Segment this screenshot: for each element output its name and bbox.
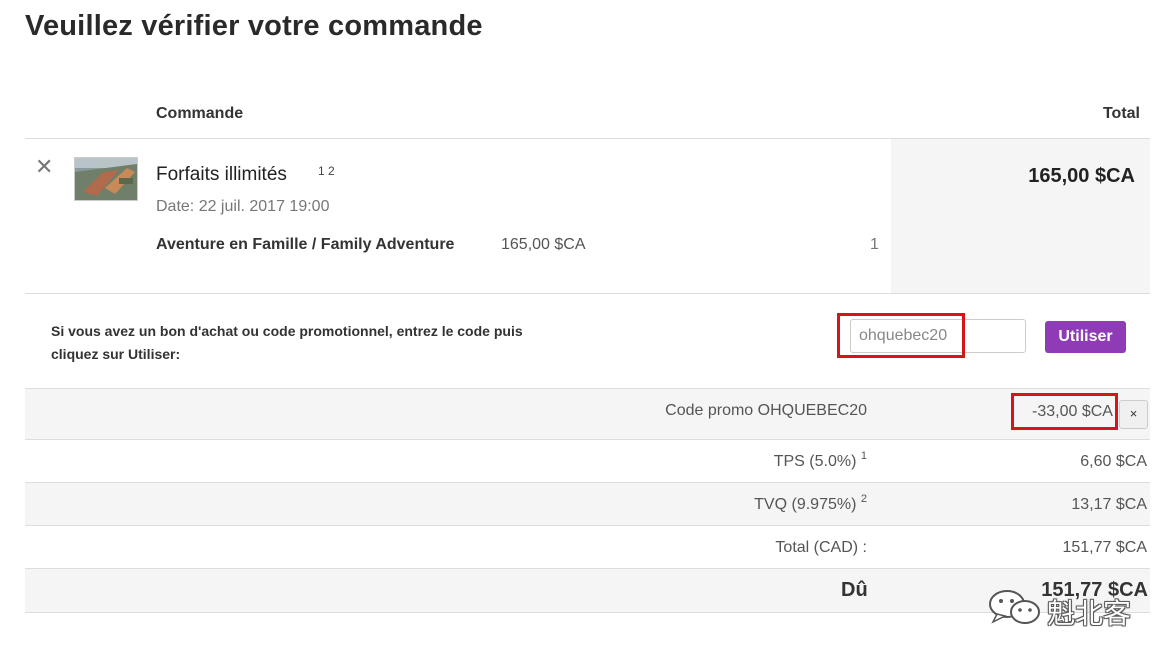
tps-value: 6,60 $CA <box>1080 453 1147 470</box>
tvq-value: 13,17 $CA <box>1071 496 1147 513</box>
summary-row-tvq: TVQ (9.975%) 2 13,17 $CA <box>25 482 1150 526</box>
due-label: Dû <box>841 579 868 601</box>
item-title: Forfaits illimités <box>156 164 287 185</box>
promo-input-highlight <box>837 313 965 358</box>
variant-name: Aventure en Famille / Family Adventure <box>156 236 455 253</box>
apply-promo-button[interactable]: Utiliser <box>1045 321 1126 353</box>
promo-instructions: Si vous avez un bon d'achat ou code prom… <box>51 323 523 362</box>
summary-row-discount: Code promo OHQUEBEC20 <box>25 388 1150 440</box>
remove-promo-button[interactable]: × <box>1119 400 1148 429</box>
item-total: 165,00 $CA <box>1028 165 1135 187</box>
page-title: Veuillez vérifier votre commande <box>25 10 483 42</box>
item-superscripts: 1 2 <box>318 164 335 178</box>
watermark-text: 魁北客 <box>1047 597 1132 630</box>
variant-quantity: 1 <box>870 236 879 253</box>
summary-row-tps: TPS (5.0%) 1 6,60 $CA <box>25 439 1150 483</box>
summary-row-total: Total (CAD) : 151,77 $CA <box>25 525 1150 569</box>
total-value: 151,77 $CA <box>1062 539 1147 556</box>
remove-item-icon[interactable]: ✕ <box>35 156 53 178</box>
item-total-panel <box>891 139 1150 293</box>
column-header-order: Commande <box>156 105 244 122</box>
tps-label: TPS (5.0%) 1 <box>773 450 867 470</box>
variant-price: 165,00 $CA <box>501 236 586 253</box>
item-divider <box>25 293 1150 294</box>
item-date: Date: 22 juil. 2017 19:00 <box>156 198 330 215</box>
wechat-icon <box>985 586 1045 628</box>
discount-label: Code promo OHQUEBEC20 <box>665 402 867 419</box>
column-header-total: Total <box>1102 105 1140 122</box>
summary-row-due <box>25 568 1150 613</box>
discount-highlight <box>1011 393 1118 430</box>
tvq-label: TVQ (9.975%) 2 <box>754 493 867 513</box>
item-thumbnail <box>74 157 138 201</box>
total-label: Total (CAD) : <box>775 539 867 556</box>
